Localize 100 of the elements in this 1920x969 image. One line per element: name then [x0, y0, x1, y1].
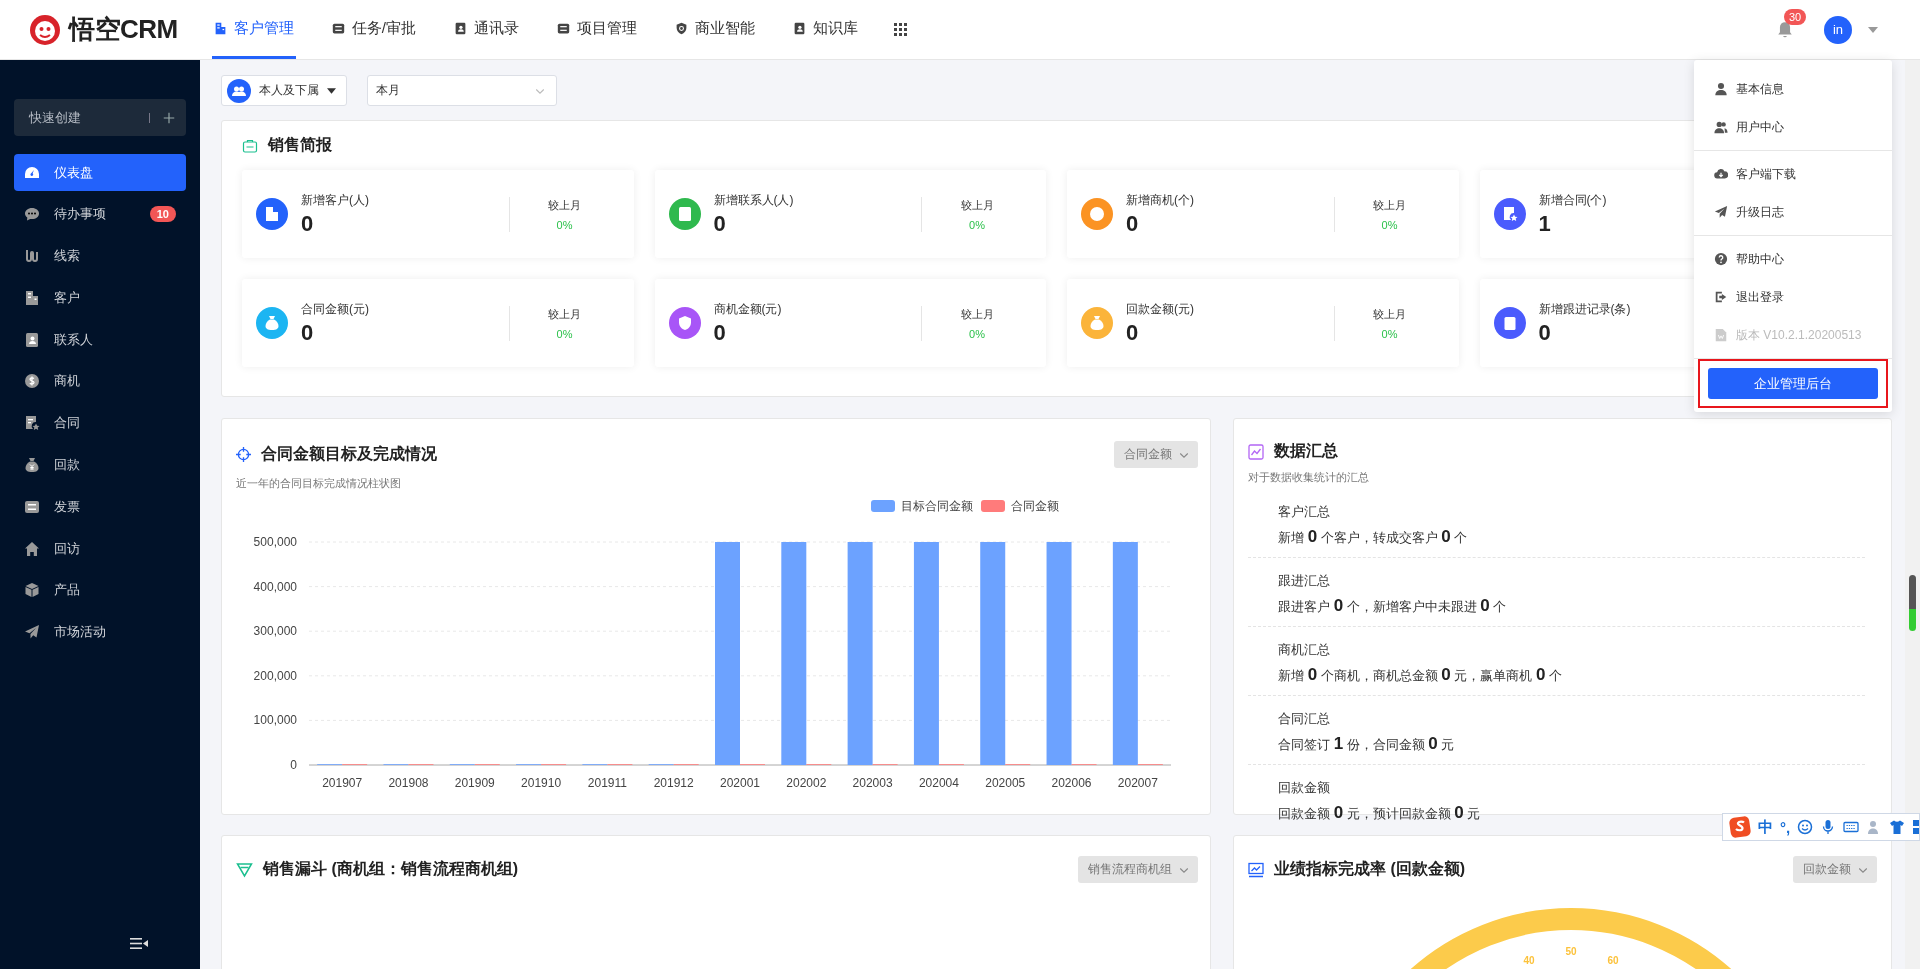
- menu-item[interactable]: 基本信息: [1694, 70, 1892, 108]
- stat-label: 新增合同(个): [1538, 191, 1607, 209]
- stat-value: 0: [1538, 319, 1551, 346]
- people-icon: [227, 78, 251, 103]
- summary-text: 新增 0 个商机，商机总金额 0 元，赢单商机 0 个: [1278, 665, 1564, 685]
- y-axis-label: 300,000: [253, 624, 297, 639]
- nav-tab[interactable]: 知识库: [790, 0, 860, 59]
- compare-label: 较上月: [1373, 197, 1406, 213]
- summary-text: 回款金额 0 元，预计回款金额 0 元: [1278, 803, 1482, 823]
- ime-mode-button[interactable]: °,: [1780, 818, 1791, 836]
- gauge-tick-label: 40: [1523, 955, 1535, 966]
- sidebar-item[interactable]: 回访: [14, 530, 186, 568]
- quick-create-button[interactable]: 快速创建: [14, 99, 186, 136]
- house-icon: [24, 540, 40, 557]
- stat-value: 0: [1126, 319, 1139, 346]
- sidebar-item[interactable]: 待办事项 10: [14, 195, 186, 233]
- stat-label: 合同金额(元): [301, 300, 369, 318]
- notification-bell[interactable]: [1776, 20, 1794, 39]
- nav-tab[interactable]: 任务/审批: [329, 0, 418, 59]
- summary-title: 客户汇总: [1278, 503, 1331, 521]
- stat-value: 0: [301, 319, 314, 346]
- cloud-download-icon: [1714, 167, 1728, 181]
- sidebar-item[interactable]: 商机: [14, 363, 186, 400]
- menu-item[interactable]: 升级日志: [1694, 193, 1892, 231]
- legend-item[interactable]: 合同金额: [981, 499, 1059, 513]
- contact-card-icon: [24, 331, 40, 348]
- clipboard-icon: [1501, 315, 1518, 331]
- summary-text: 新增 0 个客户，转成交客户 0 个: [1278, 527, 1469, 547]
- stat-value: 0: [301, 210, 314, 237]
- money-bag-icon: [24, 457, 40, 474]
- nav-tab[interactable]: 项目管理: [554, 0, 639, 59]
- metric-dropdown[interactable]: 合同金额: [1114, 441, 1198, 468]
- caret-icon: [327, 87, 336, 94]
- menu-item[interactable]: 帮助中心: [1694, 240, 1892, 278]
- compare-label: 较上月: [1373, 306, 1406, 322]
- sidebar-item[interactable]: 发票: [14, 488, 186, 526]
- section-subtitle: 对于数据收集统计的汇总: [1248, 470, 1370, 485]
- monitor-chart-icon: [1248, 861, 1264, 878]
- gauge-tick-label: 60: [1607, 955, 1619, 966]
- invoice-icon: [24, 498, 40, 515]
- y-axis-label: 100,000: [253, 713, 297, 728]
- sidebar-item[interactable]: 联系人: [14, 321, 186, 359]
- user-avatar[interactable]: in: [1824, 15, 1852, 44]
- stat-label: 商机金额(元): [713, 300, 782, 318]
- contact-card-icon: [676, 206, 693, 222]
- ime-logo-icon: [1729, 816, 1751, 838]
- chat-bubble-icon: [24, 206, 40, 223]
- menu-item[interactable]: 客户端下载: [1694, 155, 1892, 193]
- legend-item[interactable]: 目标合同金额: [871, 499, 973, 513]
- sidebar-item[interactable]: 合同: [14, 404, 186, 442]
- nav-tab[interactable]: 通讯录: [451, 0, 521, 59]
- nav-tab[interactable]: 客户管理: [211, 0, 296, 59]
- sidebar-item[interactable]: 市场活动: [14, 613, 186, 651]
- building-icon: [264, 206, 280, 222]
- money-bag-icon: [1089, 315, 1105, 331]
- group-dropdown[interactable]: 销售流程商机组: [1078, 856, 1198, 883]
- menu-item[interactable]: 用户中心: [1694, 108, 1892, 146]
- scope-dropdown[interactable]: 本人及下属: [221, 75, 347, 106]
- caret-icon[interactable]: [1868, 26, 1878, 33]
- route-icon: [24, 248, 40, 265]
- summary-text: 跟进客户 0 个，新增客户中未跟进 0 个: [1278, 596, 1508, 616]
- smiley-icon: [1797, 819, 1814, 835]
- nav-tab[interactable]: 商业智能: [672, 0, 757, 59]
- change-percent: 0%: [556, 327, 573, 340]
- section-title: 数据汇总: [1274, 441, 1338, 461]
- compare-label: 较上月: [548, 306, 581, 322]
- x-axis-label: 202005: [985, 776, 1026, 790]
- sidebar-item[interactable]: 回款: [14, 446, 186, 484]
- compare-label: 较上月: [548, 197, 581, 213]
- admin-console-button[interactable]: 企业管理后台: [1708, 368, 1878, 399]
- summary-title: 回款金额: [1278, 779, 1331, 797]
- menu-item[interactable]: 退出登录: [1694, 278, 1892, 316]
- collapse-menu-icon[interactable]: [130, 938, 148, 949]
- document-star-icon: [1501, 206, 1518, 222]
- gauge-tick-label: 50: [1565, 946, 1577, 957]
- metric-dropdown[interactable]: 回款金额: [1793, 856, 1877, 883]
- sidebar-item[interactable]: 线索: [14, 237, 186, 275]
- change-percent: 0%: [556, 218, 573, 231]
- scrollbar[interactable]: [1905, 60, 1920, 969]
- box-icon: [24, 582, 40, 599]
- shield-icon: [674, 21, 688, 35]
- plus-icon: [162, 110, 176, 125]
- phone-book-icon: [453, 21, 467, 35]
- section-title: 业绩指标完成率 (回款金额): [1274, 859, 1466, 879]
- scrollbar-thumb[interactable]: [1909, 575, 1916, 631]
- x-axis-label: 201910: [521, 776, 562, 790]
- x-axis-label: 202006: [1051, 776, 1092, 790]
- ime-mode-button[interactable]: 中: [1758, 817, 1773, 837]
- x-axis-label: 202002: [786, 776, 827, 790]
- period-select[interactable]: 本月: [367, 75, 557, 106]
- y-axis-label: 0: [290, 758, 297, 772]
- sidebar-item[interactable]: 客户: [14, 279, 186, 317]
- x-axis-label: 201911: [587, 776, 627, 790]
- help-icon: [1714, 252, 1728, 266]
- legend-label: 目标合同金额: [901, 499, 973, 513]
- sidebar-item[interactable]: 仪表盘: [14, 154, 186, 191]
- sidebar-item[interactable]: 产品: [14, 571, 186, 609]
- y-axis-label: 500,000: [253, 535, 297, 549]
- summary-title: 合同汇总: [1278, 710, 1331, 728]
- chart-title: 合同金额目标及完成情况: [261, 444, 437, 464]
